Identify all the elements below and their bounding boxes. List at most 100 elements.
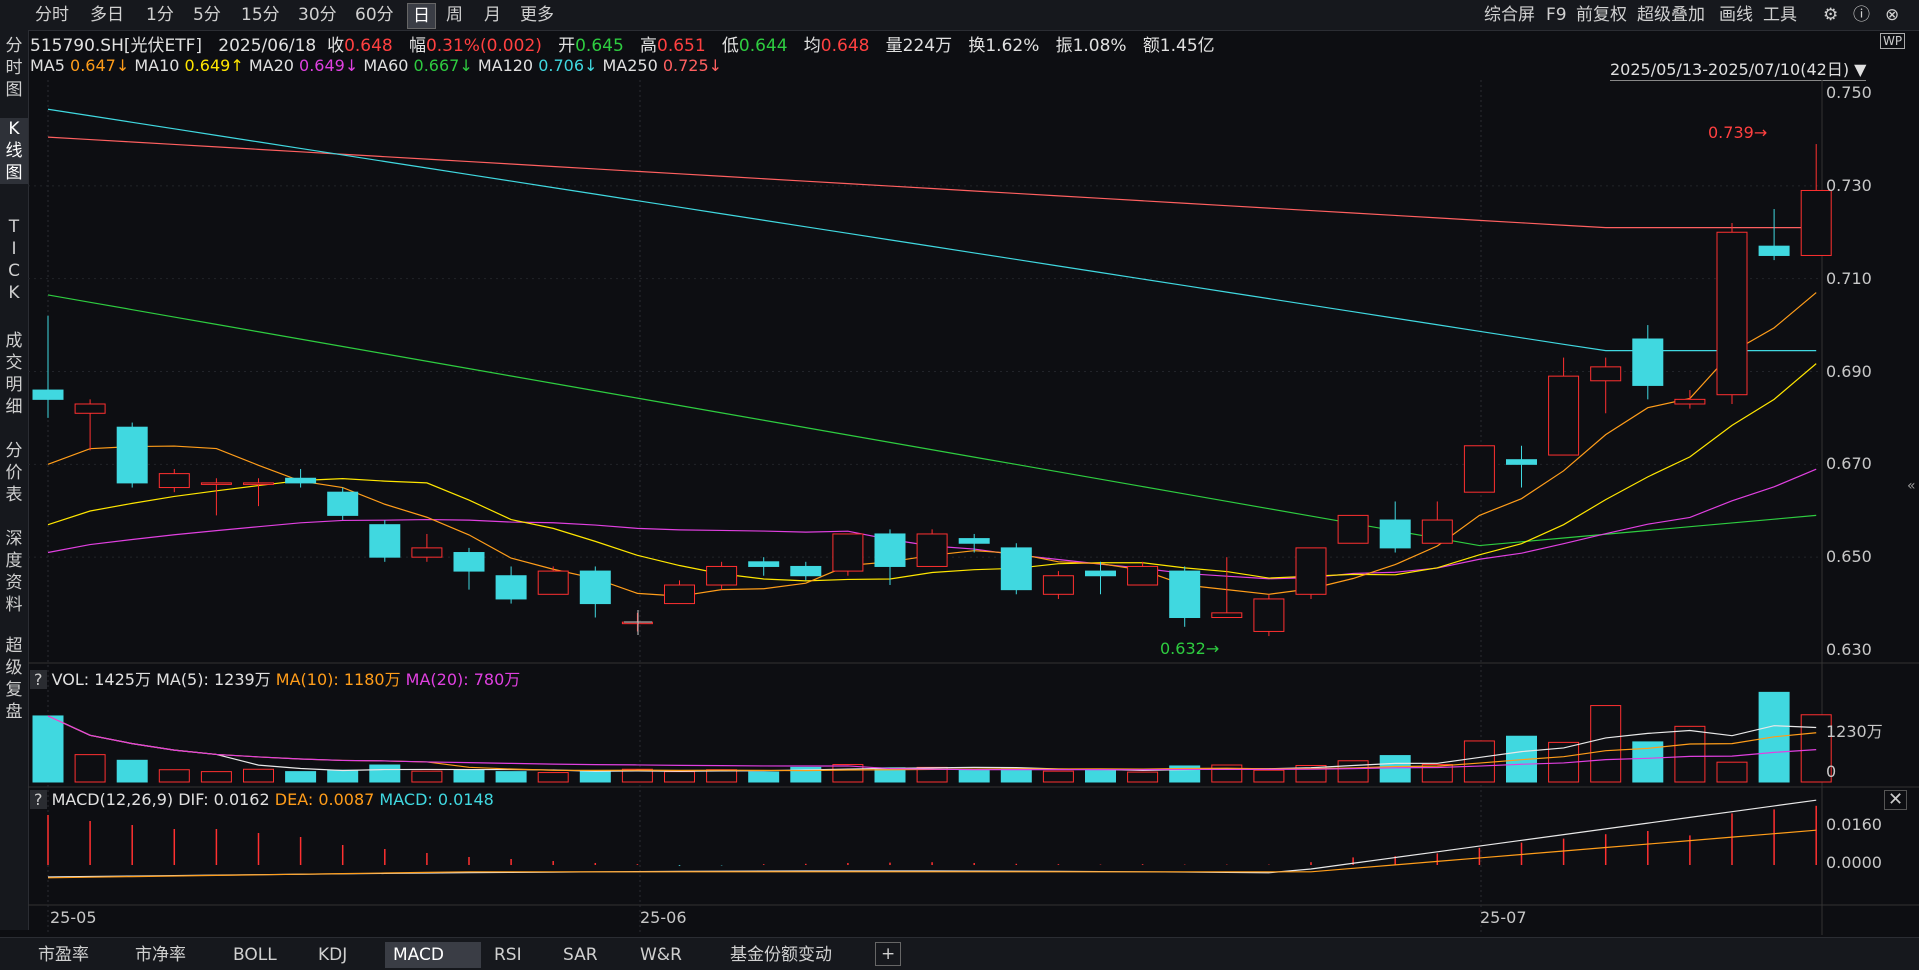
volume-bar-29 (1253, 769, 1285, 783)
indicator-tab-7[interactable]: W&R (632, 942, 690, 968)
indicator-tab-2[interactable]: BOLL (225, 942, 285, 968)
volume-bar-3 (158, 769, 190, 783)
kline-chart[interactable] (0, 0, 1919, 969)
candle-body-24 (1042, 575, 1074, 595)
price-axis-label-4: 0.670 (1826, 454, 1872, 474)
volume-bar-17 (748, 771, 780, 783)
add-tab-icon[interactable]: + (875, 942, 902, 966)
volume-bar-11 (495, 771, 527, 783)
candle-body-31 (1337, 514, 1369, 544)
macd-axis-high: 0.0160 (1826, 815, 1882, 834)
candle-body-25 (1085, 570, 1116, 577)
price-axis-label-0: 0.750 (1826, 83, 1872, 102)
volume-bar-34 (1463, 740, 1495, 783)
candle-body-19 (832, 533, 864, 572)
candle-body-8 (369, 524, 401, 558)
volume-bar-37 (1590, 705, 1622, 783)
candle-body-9 (411, 547, 443, 558)
volume-bar-22 (958, 769, 990, 783)
vol-panel-header: ? VOL: 1425万 MA(5): 1239万 MA(10): 1180万 … (30, 666, 520, 690)
candle-body-4 (200, 482, 232, 485)
price-axis-label-6: 0.630 (1826, 640, 1872, 659)
candle-body-34 (1463, 445, 1495, 493)
indicator-tab-4[interactable]: MACD (385, 942, 481, 968)
candle-body-6 (285, 477, 317, 484)
volume-bar-28 (1211, 764, 1243, 783)
volume-bar-12 (537, 772, 569, 783)
candle-body-37 (1590, 366, 1622, 382)
candle-body-13 (579, 570, 611, 605)
candle-body-20 (874, 533, 906, 567)
candle-body-12 (537, 570, 569, 595)
candle-body-27 (1169, 570, 1201, 619)
volume-bar-13 (579, 770, 611, 783)
vol-ma5: MA(5): 1239万 (156, 670, 271, 689)
price-axis-label-2: 0.710 (1826, 268, 1872, 288)
candle-body-26 (1127, 565, 1159, 586)
max-price-value: 0.739 (1708, 123, 1754, 142)
candle-body-18 (790, 565, 822, 577)
candle-body-38 (1632, 338, 1664, 386)
candle-body-33 (1421, 519, 1453, 544)
volume-bar-15 (664, 771, 695, 783)
vol-axis-high: 1230万 (1826, 722, 1883, 741)
macd-close-icon[interactable]: ✕ (1884, 790, 1908, 810)
candle-body-28 (1211, 612, 1243, 619)
indicator-tab-1[interactable]: 市净率 (127, 942, 194, 968)
collapse-arrow-icon[interactable]: « (1907, 478, 1916, 494)
macd-dea: DEA: 0.0087 (274, 790, 375, 809)
x-label-july: 25-07 (1480, 908, 1527, 927)
candle-body-23 (1000, 547, 1032, 591)
vol-ma10: MA(10): 1180万 (275, 670, 401, 689)
candle-body-40 (1716, 231, 1748, 396)
volume-bar-2 (116, 759, 148, 783)
candle-body-41 (1758, 245, 1790, 256)
macd-panel-header: ? MACD(12,26,9) DIF: 0.0162 DEA: 0.0087 … (30, 790, 494, 809)
price-axis-label-5: 0.650 (1826, 547, 1872, 567)
candle-body-21 (916, 533, 948, 567)
volume-bar-8 (369, 764, 401, 783)
candle-body-39 (1674, 398, 1706, 405)
ma120-line (47, 108, 1817, 352)
candle-body-11 (495, 575, 527, 600)
volume-bar-10 (453, 769, 485, 783)
candle-body-29 (1253, 598, 1285, 632)
price-axis-label-3: 0.690 (1826, 361, 1872, 381)
indicator-tab-0[interactable]: 市盈率 (30, 942, 97, 968)
macd-dif: DIF: 0.0162 (178, 790, 270, 809)
volume-bar-0 (32, 715, 64, 783)
volume-bar-6 (285, 771, 317, 783)
candle-body-1 (74, 403, 106, 414)
price-axis-label-1: 0.730 (1826, 175, 1872, 195)
volume-bar-7 (327, 769, 359, 783)
candle-body-35 (1506, 459, 1537, 465)
volume-bar-25 (1085, 769, 1116, 783)
candle-body-15 (664, 584, 695, 605)
candle-body-22 (958, 538, 990, 544)
min-price-value: 0.632 (1160, 639, 1206, 658)
macd-value: MACD: 0.0148 (379, 790, 494, 809)
indicator-tab-8[interactable]: 基金份额变动 (722, 942, 840, 968)
candle-body-42 (1800, 189, 1832, 256)
volume-bar-24 (1042, 770, 1074, 783)
candle-body-2 (116, 426, 148, 484)
macd-help-icon[interactable]: ? (30, 790, 47, 809)
volume-bar-40 (1716, 761, 1748, 783)
volume-bar-32 (1379, 755, 1411, 783)
vol-axis-zero: 0 (1826, 762, 1837, 781)
vol-value: VOL: 1425万 (51, 670, 151, 689)
candle-body-16 (706, 565, 738, 586)
vol-help-icon[interactable]: ? (30, 670, 47, 689)
volume-bar-26 (1127, 771, 1159, 783)
candle-body-30 (1295, 547, 1327, 595)
volume-bar-16 (706, 769, 738, 783)
indicator-tab-6[interactable]: SAR (555, 942, 606, 968)
indicator-tab-3[interactable]: KDJ (310, 942, 355, 968)
candle-body-36 (1548, 375, 1580, 456)
volume-bar-31 (1337, 760, 1369, 783)
volume-bar-1 (74, 754, 106, 783)
candle-body-0 (32, 389, 64, 400)
macd-label: MACD(12,26,9) (51, 790, 174, 809)
indicator-tab-5[interactable]: RSI (486, 942, 530, 968)
vol-ma20: MA(20): 780万 (405, 670, 521, 689)
